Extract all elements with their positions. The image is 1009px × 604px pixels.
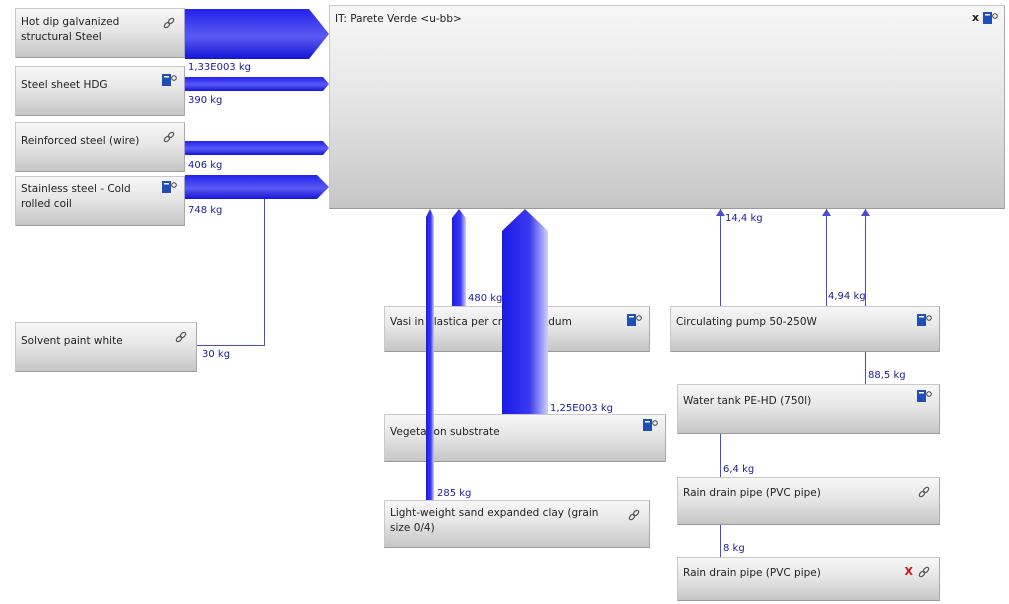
box-label: Reinforced steel (wire) <box>21 135 140 147</box>
link-icon <box>161 129 177 145</box>
plan-icon <box>161 73 177 89</box>
process-box-rain-drain-pipe-1[interactable]: Rain drain pipe (PVC pipe) <box>677 477 940 525</box>
box-label: Stainless steel - Cold rolled coil <box>21 183 131 210</box>
flow-arrow-sheet-hdg <box>185 77 329 91</box>
arrow-head-pump-in-b <box>861 209 870 216</box>
process-box-solvent-paint[interactable]: Solvent paint white <box>15 322 197 372</box>
flow-line-paint-horizontal <box>197 345 265 346</box>
link-icon <box>626 507 642 523</box>
flow-line-paint-vertical <box>264 199 265 345</box>
flow-label-tank: 88,5 kg <box>868 370 906 381</box>
plan-icon <box>916 389 932 405</box>
link-icon <box>173 329 189 345</box>
flow-arrow-hdg-struct <box>185 9 329 59</box>
flow-line-pump-in-a <box>826 209 827 306</box>
plan-icon <box>161 180 177 196</box>
flow-line-pipe1 <box>720 434 721 477</box>
svg-text:x: x <box>972 11 979 23</box>
flow-label-hdg-struct: 1,33E003 kg <box>188 62 251 73</box>
flow-line-tank <box>865 352 866 384</box>
process-box-rain-drain-pipe-2[interactable]: Rain drain pipe (PVC pipe) X <box>677 557 940 601</box>
process-box-circulating-pump[interactable]: Circulating pump 50-250W <box>670 306 940 352</box>
box-label: Hot dip galvanized structural Steel <box>21 16 120 43</box>
flow-label-pump-in: 4,94 kg <box>828 291 866 302</box>
flow-label-sheet-hdg: 390 kg <box>188 95 223 106</box>
flow-label-clay: 285 kg <box>437 488 472 499</box>
flow-label-rebar: 406 kg <box>188 160 223 171</box>
flow-arrow-vasi <box>452 209 466 306</box>
plan-icon[interactable] <box>982 11 998 27</box>
plan-icon <box>642 418 658 434</box>
plan-icon <box>626 313 642 329</box>
box-label: Circulating pump 50-250W <box>676 316 817 328</box>
link-icon <box>916 564 932 580</box>
link-icon <box>916 484 932 500</box>
flow-label-pipe2: 8 kg <box>723 543 745 554</box>
flow-arrow-stainless <box>185 175 329 199</box>
box-label: Steel sheet HDG <box>21 79 108 91</box>
arrow-head-pump-in-a <box>822 209 831 216</box>
flow-label-pump-out: 14,4 kg <box>725 213 763 224</box>
arrow-head-pump-out <box>716 209 725 216</box>
flow-label-stainless: 748 kg <box>188 205 223 216</box>
box-label: Light-weight sand expanded clay (grain s… <box>390 507 599 534</box>
process-box-reinforced-steel[interactable]: Reinforced steel (wire) <box>15 122 185 172</box>
process-box-stainless-steel[interactable]: Stainless steel - Cold rolled coil <box>15 176 185 226</box>
close-x-icon[interactable]: x <box>972 11 982 27</box>
box-label: Rain drain pipe (PVC pipe) <box>683 487 821 499</box>
flow-line-pump-out <box>720 209 721 306</box>
flow-label-veg: 1,25E003 kg <box>550 403 613 414</box>
process-box-light-weight-clay[interactable]: Light-weight sand expanded clay (grain s… <box>384 500 650 548</box>
flow-arrow-veg <box>502 209 548 414</box>
box-label: Water tank PE-HD (750l) <box>683 395 812 407</box>
link-icon <box>161 15 177 31</box>
process-box-water-tank[interactable]: Water tank PE-HD (750l) <box>677 384 940 434</box>
box-marker: X <box>904 565 913 578</box>
flow-line-pipe2 <box>720 525 721 557</box>
flow-arrow-clay <box>426 209 434 500</box>
plan-icon <box>916 313 932 329</box>
flow-arrow-rebar <box>185 141 329 155</box>
process-box-steel-sheet-hdg[interactable]: Steel sheet HDG <box>15 66 185 116</box>
flow-label-paint: 30 kg <box>202 349 231 360</box>
box-label: Rain drain pipe (PVC pipe) <box>683 567 821 579</box>
flow-label-vasi: 480 kg <box>468 293 503 304</box>
box-label: Solvent paint white <box>21 335 123 347</box>
flow-label-pipe1: 6,4 kg <box>723 464 755 475</box>
process-box-parete-verde[interactable]: IT: Parete Verde <u-bb> x <box>329 5 1005 209</box>
process-title: IT: Parete Verde <u-bb> <box>335 13 462 25</box>
process-box-hot-dip-galvanized-steel[interactable]: Hot dip galvanized structural Steel <box>15 8 185 58</box>
